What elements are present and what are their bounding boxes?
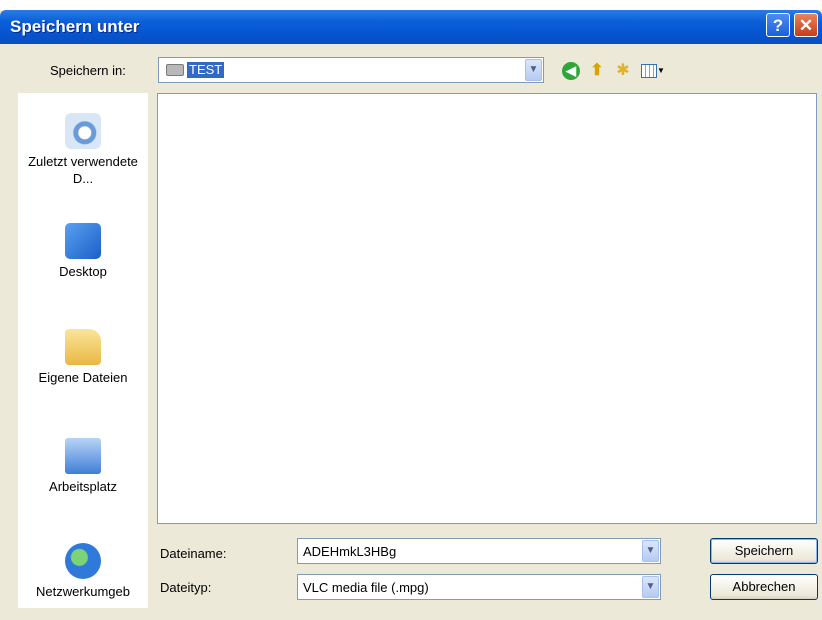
place-label: Eigene Dateien xyxy=(38,370,128,385)
back-icon[interactable]: ◀ xyxy=(560,60,582,82)
title-bar[interactable]: Speichern unter ? ✕ xyxy=(0,10,822,44)
place-my-documents[interactable]: Eigene Dateien xyxy=(18,329,148,386)
place-label: Netzwerkumgeb xyxy=(36,584,130,599)
file-list[interactable] xyxy=(157,93,817,524)
close-button[interactable]: ✕ xyxy=(794,13,818,37)
chevron-down-icon[interactable]: ▼ xyxy=(642,576,659,598)
up-folder-icon[interactable]: ⬆ xyxy=(586,60,608,82)
look-in-value: TEST xyxy=(187,62,225,78)
look-in-dropdown[interactable]: TEST ▼ xyxy=(158,57,544,83)
chevron-down-icon[interactable]: ▼ xyxy=(525,59,542,81)
filename-field[interactable]: ADEHmkL3HBg ▼ xyxy=(297,538,661,564)
place-recent-documents[interactable]: Zuletzt verwendete D... xyxy=(18,113,148,187)
filetype-dropdown[interactable]: VLC media file (.mpg) ▼ xyxy=(297,574,661,600)
cancel-button[interactable]: Abbrechen xyxy=(710,574,818,600)
place-label: Zuletzt verwendete D... xyxy=(28,154,138,186)
save-button[interactable]: Speichern xyxy=(710,538,818,564)
new-folder-icon[interactable]: ✱ xyxy=(612,60,634,82)
place-label: Arbeitsplatz xyxy=(49,479,117,494)
chevron-down-icon[interactable]: ▼ xyxy=(642,540,659,562)
place-desktop[interactable]: Desktop xyxy=(18,223,148,280)
places-bar: Zuletzt verwendete D... Desktop Eigene D… xyxy=(18,93,148,608)
my-computer-icon xyxy=(65,438,101,474)
dialog-title: Speichern unter xyxy=(10,17,140,36)
filetype-label: Dateityp: xyxy=(160,580,212,595)
recent-documents-icon xyxy=(65,113,101,149)
place-label: Desktop xyxy=(59,264,107,279)
place-my-computer[interactable]: Arbeitsplatz xyxy=(18,438,148,495)
desktop-icon xyxy=(65,223,101,259)
my-documents-icon xyxy=(65,329,101,365)
look-in-label: Speichern in: xyxy=(50,63,126,78)
folder-icon xyxy=(166,64,184,76)
views-menu-icon[interactable]: ▼ xyxy=(638,60,668,82)
filetype-value: VLC media file (.mpg) xyxy=(303,580,429,595)
network-icon xyxy=(65,543,101,579)
filename-value: ADEHmkL3HBg xyxy=(303,544,397,559)
help-button[interactable]: ? xyxy=(766,13,790,37)
place-network[interactable]: Netzwerkumgeb xyxy=(18,543,148,600)
filename-label: Dateiname: xyxy=(160,546,227,561)
